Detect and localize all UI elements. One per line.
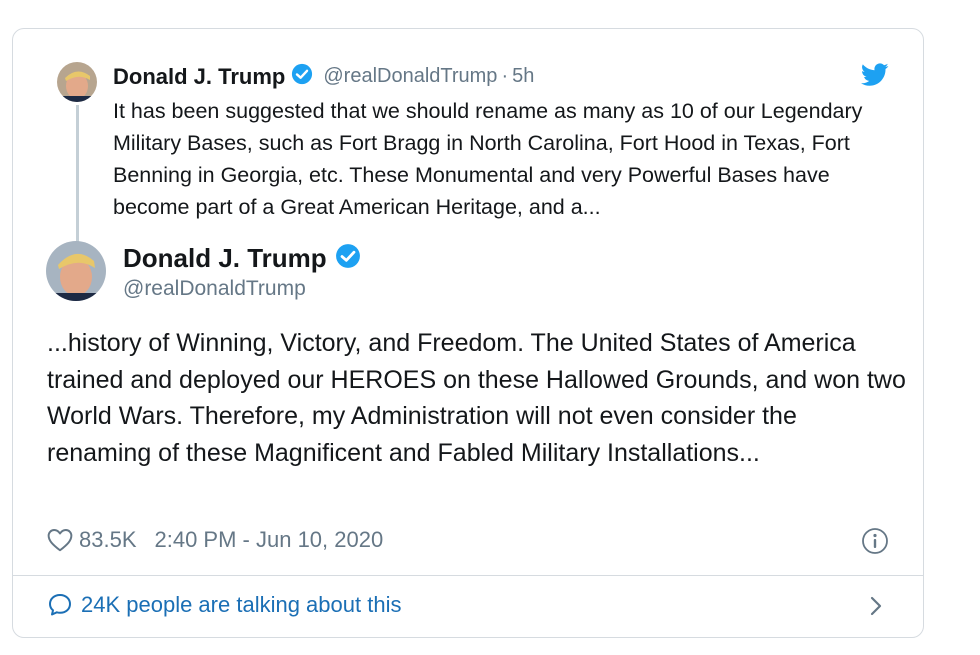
like-count[interactable]: 83.5K [79, 527, 137, 553]
parent-author-handle[interactable]: @realDonaldTrump [323, 65, 497, 88]
tweet-timestamp[interactable]: 2:40 PM - Jun 10, 2020 [155, 527, 384, 553]
parent-author-name[interactable]: Donald J. Trump [113, 64, 285, 90]
main-author-handle[interactable]: @realDonaldTrump [123, 277, 306, 301]
comment-icon [47, 592, 73, 618]
header-separator: · [501, 65, 509, 87]
heart-icon[interactable] [47, 528, 73, 552]
embedded-tweet-card[interactable]: Donald J. Trump @realDonaldTrump · 5h It… [12, 28, 924, 638]
conversation-link[interactable]: 24K people are talking about this [47, 592, 401, 618]
main-tweet-header: Donald J. Trump [123, 243, 361, 274]
parent-tweet-text: It has been suggested that we should ren… [113, 99, 863, 219]
info-icon[interactable] [861, 527, 889, 555]
card-divider [13, 575, 923, 576]
main-author-name[interactable]: Donald J. Trump [123, 243, 327, 274]
main-avatar[interactable] [46, 241, 106, 301]
thread-connector-line [76, 105, 79, 261]
parent-avatar[interactable] [57, 62, 97, 102]
parent-tweet-header: Donald J. Trump @realDonaldTrump · 5h [113, 63, 534, 90]
verified-badge-icon [335, 243, 361, 274]
verified-badge-icon [291, 63, 313, 90]
main-tweet-text: ...history of Winning, Victory, and Free… [47, 329, 906, 467]
conversation-label[interactable]: 24K people are talking about this [81, 592, 401, 618]
parent-tweet-time[interactable]: 5h [512, 65, 534, 88]
tweet-meta-row: 83.5K 2:40 PM - Jun 10, 2020 [47, 527, 383, 553]
chevron-right-icon[interactable] [867, 593, 885, 619]
twitter-bird-icon[interactable] [860, 63, 889, 87]
